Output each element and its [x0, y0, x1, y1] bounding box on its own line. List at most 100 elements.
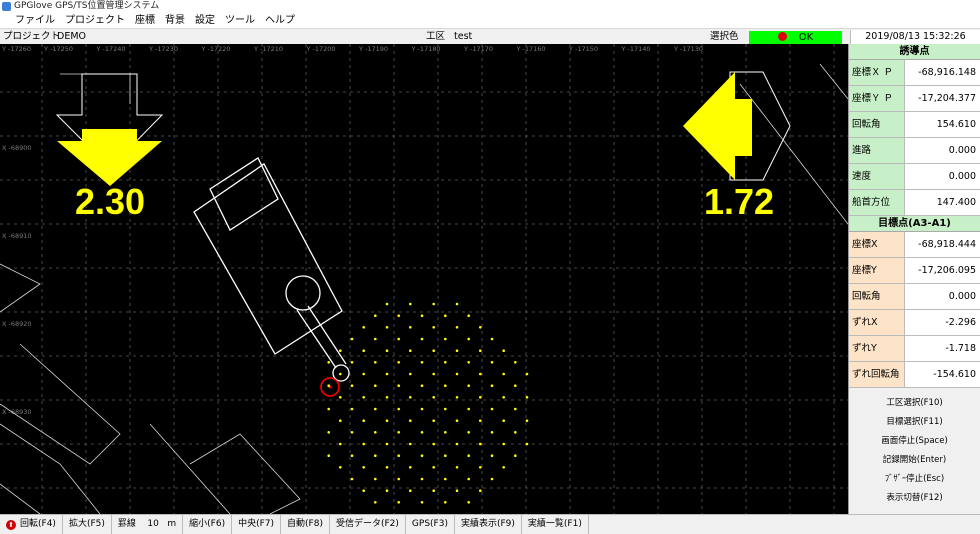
guide-row-label: 速度 [849, 164, 905, 189]
survey-point [374, 407, 377, 411]
survey-point [409, 489, 412, 493]
survey-point [467, 431, 471, 434]
survey-point [385, 396, 389, 399]
survey-point [490, 361, 494, 364]
survey-point [409, 442, 412, 446]
map-svg: Y -17260 Y -17250 Y -17240 Y -17230 Y -17220… [0, 44, 848, 514]
target-row: 回転角 0.000 [849, 284, 980, 310]
guide-row-label: 進路 [849, 138, 905, 163]
app-window: GPGlove GPS/TS位置管理システム ファイル プロジェクト 座標 背景… [0, 0, 980, 534]
survey-point [502, 349, 506, 353]
survey-point [350, 337, 354, 341]
survey-point [444, 501, 447, 504]
survey-points [327, 302, 529, 504]
survey-point [397, 384, 401, 388]
survey-point [479, 349, 482, 353]
grid-setting[interactable]: 罫線 10 m [112, 515, 184, 534]
survey-point [479, 372, 482, 376]
auto-button[interactable]: 自動(F8) [281, 515, 330, 534]
guide-row-label: 座標Ｘ Ｐ [849, 60, 905, 85]
project-label: プロジェクト [3, 31, 61, 42]
axis-label-top: Y -17160 [516, 45, 546, 53]
menu-project[interactable]: プロジェクト [60, 13, 130, 28]
survey-point [502, 396, 506, 399]
guide-row-label: 座標Ｙ Ｐ [849, 86, 905, 111]
survey-point [350, 407, 354, 411]
survey-point [502, 442, 506, 446]
survey-point [479, 419, 482, 423]
survey-point [385, 466, 389, 469]
record-start-button[interactable]: 記録開始(Enter) [849, 451, 980, 470]
menu-file[interactable]: ファイル [10, 13, 60, 28]
target-row-value: -1.718 [905, 336, 980, 361]
survey-point [432, 349, 436, 353]
axis-labels: Y -17260 Y -17250 Y -17240 Y -17230 Y -17220… [1, 45, 703, 416]
survey-point [420, 337, 424, 341]
screen-stop-button[interactable]: 画面停止(Space) [849, 432, 980, 451]
survey-point [327, 407, 331, 411]
gps-button[interactable]: GPS(F3) [406, 515, 455, 534]
zoom-out-button[interactable]: 縮小(F6) [183, 515, 233, 534]
survey-point [514, 384, 517, 388]
rotate-button[interactable]: ⬆ 回転(F4) [0, 515, 63, 534]
survey-point [514, 361, 517, 364]
guide-panel-title: 誘導点 [849, 44, 980, 60]
survey-point [350, 384, 354, 388]
survey-point [374, 454, 377, 458]
menu-coordinates[interactable]: 座標 [130, 13, 160, 28]
left-arrow [57, 129, 162, 186]
guide-row: 船首方位 147.400 [849, 190, 980, 216]
survey-point [444, 431, 447, 434]
survey-point [339, 466, 342, 469]
guide-row: 座標Ｙ Ｐ -17,204.377 [849, 86, 980, 112]
map-canvas[interactable]: Y -17260 Y -17250 Y -17240 Y -17230 Y -17220… [0, 44, 848, 514]
survey-point [502, 419, 506, 423]
axis-label-top: Y -17230 [148, 45, 178, 53]
area-select-button[interactable]: 工区選択(F10) [849, 394, 980, 413]
survey-point [490, 384, 494, 388]
received-data-button[interactable]: 受信データ(F2) [330, 515, 406, 534]
survey-point [502, 372, 506, 376]
survey-point [432, 372, 436, 376]
survey-point [432, 396, 436, 399]
survey-point [514, 407, 517, 411]
target-select-button[interactable]: 目標選択(F11) [849, 413, 980, 432]
survey-point [490, 407, 494, 411]
survey-point [385, 442, 389, 446]
survey-point [420, 431, 424, 434]
survey-point [432, 442, 436, 446]
target-row-value: -68,918.444 [905, 232, 980, 257]
axis-label-top: Y -17200 [306, 45, 336, 53]
survey-point [385, 349, 389, 353]
target-row-label: ずれY [849, 336, 905, 361]
zoom-in-button[interactable]: 拡大(F5) [63, 515, 112, 534]
survey-point [432, 466, 436, 469]
survey-point [479, 326, 482, 329]
menu-help[interactable]: ヘルプ [260, 13, 300, 28]
menu-settings[interactable]: 設定 [190, 13, 220, 28]
survey-point [409, 302, 412, 306]
display-toggle-button[interactable]: 表示切替(F12) [849, 489, 980, 508]
target-row-label: 座標X [849, 232, 905, 257]
survey-point [409, 349, 412, 353]
survey-point [397, 407, 401, 411]
record-list-button[interactable]: 実績一覧(F1) [522, 515, 589, 534]
axis-label-left: X -68920 [2, 320, 32, 328]
survey-point [444, 454, 447, 458]
survey-point [327, 454, 331, 458]
axis-label-top: Y -17150 [568, 45, 598, 53]
record-display-button[interactable]: 実績表示(F9) [455, 515, 522, 534]
menu-bar: ファイル プロジェクト 座標 背景 設定 ツール ヘルプ [0, 13, 980, 29]
survey-point [397, 361, 401, 364]
buzzer-stop-button[interactable]: ﾌﾞｻﾞｰ停止(Esc) [849, 470, 980, 489]
menu-background[interactable]: 背景 [160, 13, 190, 28]
survey-point [385, 419, 389, 423]
menu-tools[interactable]: ツール [220, 13, 260, 28]
survey-point [397, 314, 401, 318]
vessel-outline [193, 157, 350, 382]
survey-point [432, 489, 436, 493]
center-button[interactable]: 中央(F7) [232, 515, 282, 534]
survey-point [490, 477, 494, 481]
survey-point [374, 337, 377, 341]
target-row-value: 0.000 [905, 284, 980, 309]
